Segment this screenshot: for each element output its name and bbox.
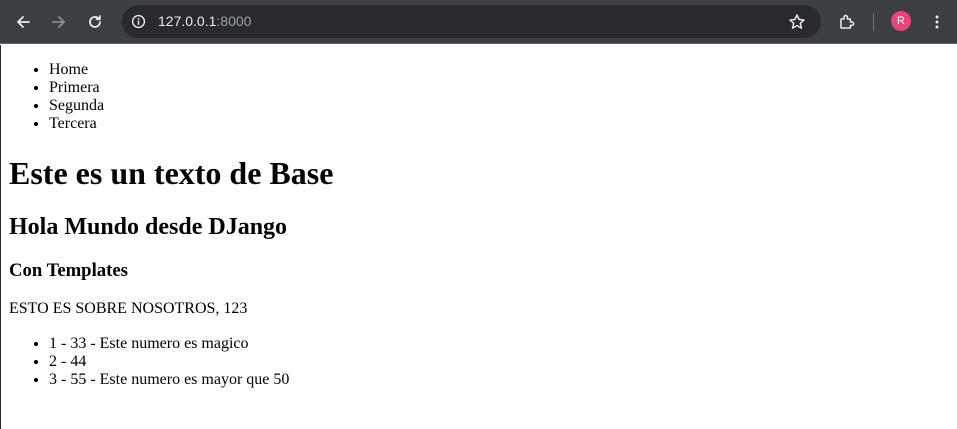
section-heading: Con Templates (9, 260, 128, 281)
list-item: 2 - 44 (49, 353, 289, 371)
address-bar[interactable]: 127.0.0.1:8000 (122, 5, 821, 38)
star-icon[interactable] (786, 11, 808, 33)
profile-avatar[interactable]: R (891, 11, 911, 31)
reload-icon[interactable] (83, 10, 107, 34)
url-host: 127.0.0.1 (158, 13, 217, 29)
extensions-icon[interactable] (835, 10, 859, 34)
nav-item-tercera[interactable]: Tercera (49, 115, 104, 133)
toolbar-separator (873, 13, 874, 31)
info-icon[interactable] (130, 13, 147, 30)
page-subtitle: Hola Mundo desde DJango (9, 214, 288, 240)
about-text: ESTO ES SOBRE NOSOTROS, 123 (9, 300, 248, 317)
more-vert-icon[interactable] (925, 10, 949, 34)
url-port: :8000 (216, 13, 252, 29)
nav-item-primera[interactable]: Primera (49, 79, 104, 97)
list-item: 1 - 33 - Este numero es magico (49, 335, 289, 353)
nav-item-home[interactable]: Home (49, 61, 104, 79)
nav-item-segunda[interactable]: Segunda (49, 97, 104, 115)
forward-arrow-icon[interactable] (47, 10, 71, 34)
url-text[interactable]: 127.0.0.1:8000 (158, 13, 251, 30)
page-title: Este es un texto de Base (9, 155, 334, 191)
browser-toolbar: 127.0.0.1:8000 R (0, 0, 957, 44)
back-arrow-icon[interactable] (11, 10, 35, 34)
nav-list: Home Primera Segunda Tercera (1, 61, 104, 133)
numbers-list: 1 - 33 - Este numero es magico 2 - 44 3 … (1, 335, 289, 389)
page-content: Home Primera Segunda Tercera Este es un … (0, 45, 957, 429)
list-item: 3 - 55 - Este numero es mayor que 50 (49, 371, 289, 389)
